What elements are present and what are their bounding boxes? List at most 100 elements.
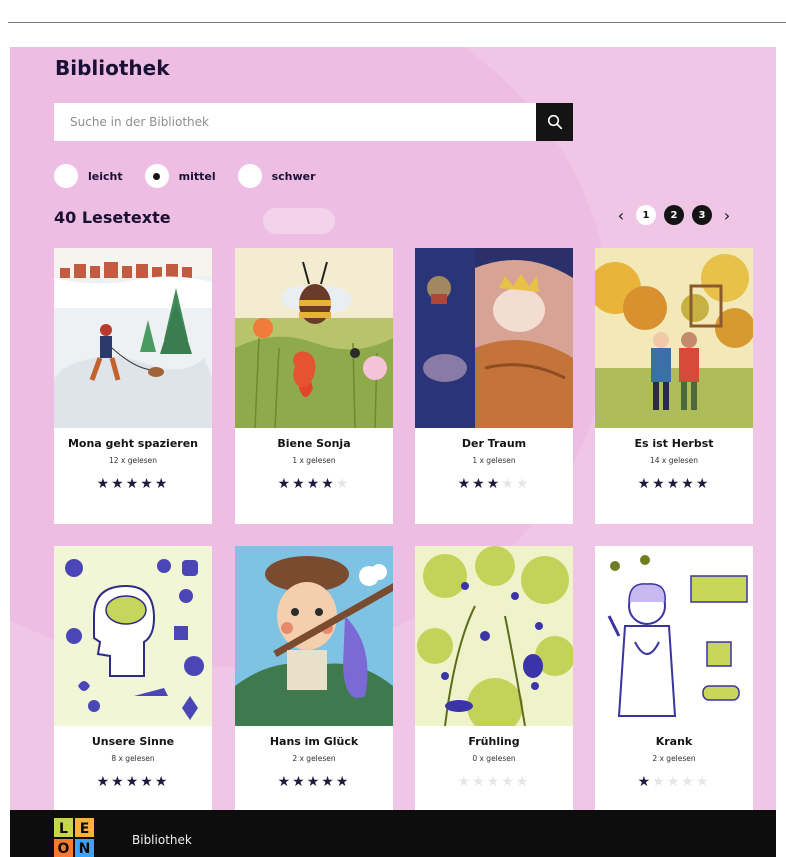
level-option-leicht[interactable]: leicht	[54, 164, 123, 188]
blank-pill	[263, 208, 335, 234]
star-icon: ★	[111, 476, 126, 492]
logo-letter: E	[80, 821, 90, 837]
cover-image-mona	[54, 248, 212, 428]
star-icon: ★	[681, 774, 696, 790]
text-card-es-ist-herbst[interactable]: Es ist Herbst 14 x gelesen ★★★★★	[595, 248, 753, 524]
text-title: Unsere Sinne	[91, 735, 175, 748]
cover-image-hans-im-glueck	[235, 546, 393, 726]
star-rating: ★★★★★	[415, 476, 573, 492]
text-card-der-traum[interactable]: Der Traum 1 x gelesen ★★★★★	[415, 248, 573, 524]
search-button[interactable]	[536, 103, 573, 141]
star-icon: ★	[666, 774, 682, 790]
star-icon: ★	[111, 774, 126, 790]
text-card-hans-im-glueck[interactable]: Hans im Glück 2 x gelesen ★★★★★	[235, 546, 393, 822]
star-icon: ★	[457, 774, 473, 790]
footer-bar: L E O N Bibliothek	[10, 810, 776, 857]
cover-image-biene-sonja	[235, 248, 393, 428]
read-count: 14 x gelesen	[649, 456, 699, 465]
search-icon	[547, 114, 562, 130]
logo-letter: N	[79, 841, 91, 857]
star-icon: ★	[321, 774, 336, 790]
star-icon: ★	[154, 476, 170, 492]
star-icon: ★	[486, 774, 502, 790]
star-icon: ★	[96, 476, 112, 492]
star-icon: ★	[666, 476, 682, 492]
page-button-3[interactable]: 3	[692, 205, 712, 225]
star-icon: ★	[501, 476, 516, 492]
leon-logo[interactable]: L E O N	[54, 818, 94, 857]
radio-leicht[interactable]	[54, 164, 78, 188]
star-rating: ★★★★★	[54, 774, 212, 790]
level-option-mittel[interactable]: mittel	[144, 164, 216, 188]
text-card-krank[interactable]: Krank 2 x gelesen ★★★★★	[595, 546, 753, 822]
star-icon: ★	[277, 476, 293, 492]
radio-mittel[interactable]	[144, 164, 169, 188]
logo-letter: O	[58, 841, 70, 857]
star-rating: ★★★★★	[415, 774, 573, 790]
star-icon: ★	[306, 476, 322, 492]
chevron-right-icon[interactable]: ›	[716, 206, 738, 225]
chevron-left-icon[interactable]: ‹	[610, 206, 632, 225]
page-button-2[interactable]: 2	[664, 205, 684, 225]
star-icon: ★	[140, 774, 155, 790]
star-icon: ★	[652, 774, 667, 790]
footer-nav-bibliothek[interactable]: Bibliothek	[132, 833, 192, 847]
star-icon: ★	[457, 476, 473, 492]
search-input[interactable]	[54, 103, 536, 141]
star-rating: ★★★★★	[595, 476, 753, 492]
star-icon: ★	[695, 476, 711, 492]
cover-image-fruehling	[415, 546, 573, 726]
star-icon: ★	[96, 774, 112, 790]
text-title: Der Traum	[461, 437, 527, 450]
level-label: mittel	[178, 169, 216, 183]
read-count: 2 x gelesen	[652, 754, 696, 763]
page-button-1[interactable]: 1	[636, 205, 656, 225]
text-card-fruehling[interactable]: Frühling 0 x gelesen ★★★★★	[415, 546, 573, 822]
star-icon: ★	[140, 476, 155, 492]
star-icon: ★	[501, 774, 516, 790]
star-icon: ★	[472, 476, 487, 492]
star-icon: ★	[125, 476, 141, 492]
star-icon: ★	[292, 476, 307, 492]
cover-image-der-traum	[415, 248, 573, 428]
star-rating: ★★★★★	[235, 476, 393, 492]
star-rating: ★★★★★	[54, 476, 212, 492]
radio-selected-dot	[153, 172, 161, 180]
text-card-unsere-sinne[interactable]: Unsere Sinne 8 x gelesen ★★★★★	[54, 546, 212, 822]
page-title: Bibliothek	[55, 56, 170, 80]
star-icon: ★	[637, 476, 653, 492]
read-count: 2 x gelesen	[292, 754, 336, 763]
star-icon: ★	[681, 476, 696, 492]
star-icon: ★	[695, 774, 711, 790]
text-title: Biene Sonja	[277, 437, 351, 450]
radio-schwer[interactable]	[237, 164, 262, 188]
star-icon: ★	[306, 774, 322, 790]
cover-image-unsere-sinne	[54, 546, 212, 726]
star-icon: ★	[154, 774, 170, 790]
top-divider	[8, 22, 786, 23]
cover-image-krank	[595, 546, 753, 726]
level-option-schwer[interactable]: schwer	[237, 164, 316, 188]
text-title: Krank	[655, 735, 693, 748]
star-icon: ★	[125, 774, 141, 790]
logo-letter: L	[59, 821, 68, 837]
star-icon: ★	[637, 774, 653, 790]
star-icon: ★	[515, 476, 531, 492]
read-count: 12 x gelesen	[108, 456, 158, 465]
text-title: Frühling	[468, 735, 520, 748]
read-count: 1 x gelesen	[292, 456, 336, 465]
read-count: 1 x gelesen	[472, 456, 516, 465]
text-card-mona[interactable]: Mona geht spazieren 12 x gelesen ★★★★★	[54, 248, 212, 524]
star-icon: ★	[652, 476, 667, 492]
star-icon: ★	[335, 774, 351, 790]
pagination: ‹ 1 2 3 ›	[610, 205, 738, 225]
text-card-biene-sonja[interactable]: Biene Sonja 1 x gelesen ★★★★★	[235, 248, 393, 524]
star-icon: ★	[515, 774, 531, 790]
read-count: 0 x gelesen	[472, 754, 516, 763]
difficulty-filter: leicht mittel schwer	[54, 164, 338, 188]
star-icon: ★	[472, 774, 487, 790]
read-count: 8 x gelesen	[111, 754, 155, 763]
text-title: Mona geht spazieren	[67, 437, 199, 450]
cover-image-es-ist-herbst	[595, 248, 753, 428]
star-icon: ★	[292, 774, 307, 790]
